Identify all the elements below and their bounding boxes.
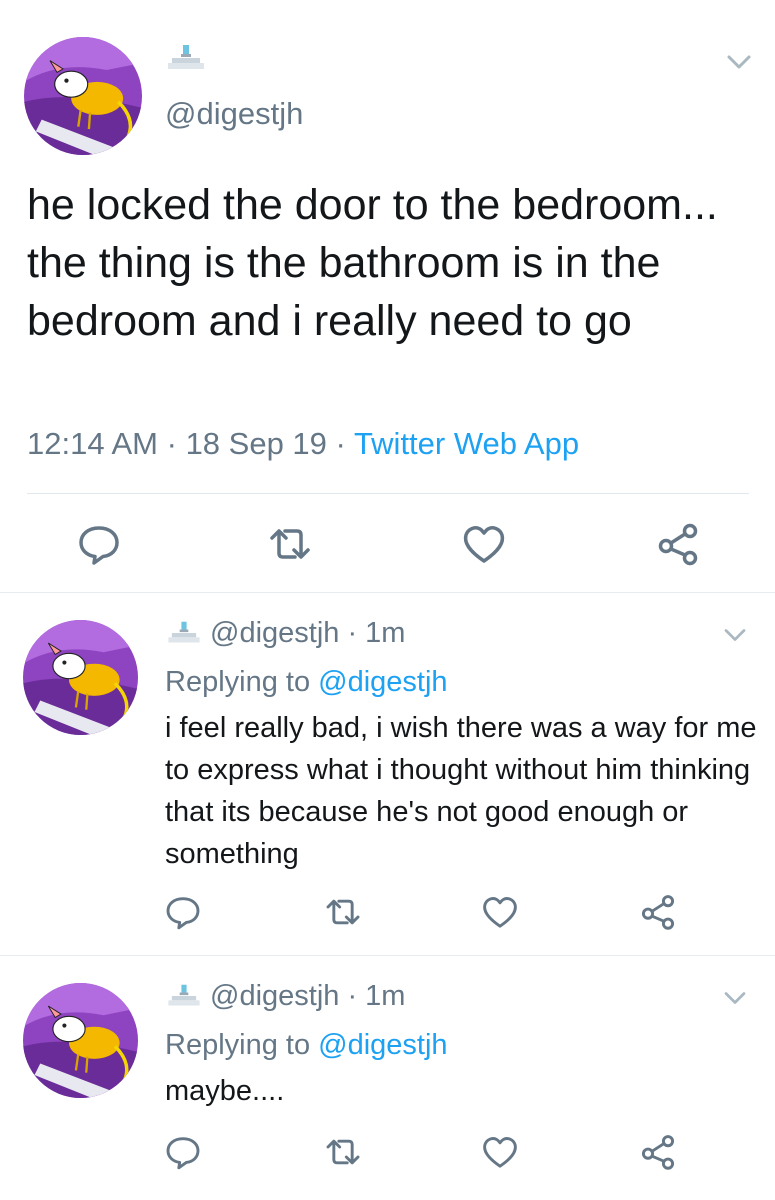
heart-icon (483, 897, 517, 928)
retweet-button[interactable] (323, 892, 363, 932)
chevron-down-icon[interactable] (725, 52, 753, 72)
tweet-time[interactable]: 12:14 AM (27, 426, 158, 461)
reply-author-line[interactable]: @digestjh · 1m (210, 980, 405, 1013)
tweet-source-link[interactable]: Twitter Web App (354, 426, 579, 461)
author-handle[interactable]: @digestjh (165, 96, 303, 132)
share-icon (658, 523, 698, 566)
retweet-button[interactable] (266, 520, 314, 568)
replying-to-mention[interactable]: @digestjh (318, 666, 447, 698)
share-icon (641, 1135, 675, 1170)
reply-button[interactable] (75, 520, 123, 568)
fountain-icon (166, 43, 206, 73)
like-button[interactable] (480, 892, 520, 932)
like-button[interactable] (480, 1132, 520, 1172)
avatar[interactable] (23, 620, 138, 735)
retweet-button[interactable] (323, 1132, 363, 1172)
reply-icon (166, 897, 200, 930)
reply-button[interactable] (163, 1132, 203, 1172)
replying-to: Replying to @digestjh (165, 1029, 448, 1062)
share-button[interactable] (638, 892, 678, 932)
avatar[interactable] (24, 37, 142, 155)
divider (27, 493, 749, 494)
share-icon (641, 895, 675, 930)
meta-dot: · (335, 426, 346, 461)
reply-icon (79, 526, 119, 565)
heart-icon (463, 526, 505, 563)
reply-text: i feel really bad, i wish there was a wa… (165, 712, 757, 870)
reply-author-line[interactable]: @digestjh · 1m (210, 617, 405, 650)
reply-text: maybe.... (165, 1075, 285, 1107)
heart-icon (483, 1137, 517, 1168)
fountain-icon (166, 983, 202, 1009)
replying-to-label: Replying to (165, 1029, 311, 1061)
replying-to: Replying to @digestjh (165, 666, 448, 699)
chevron-down-icon[interactable] (722, 989, 748, 1007)
like-button[interactable] (460, 520, 508, 568)
meta-dot: · (166, 426, 177, 461)
avatar-image (24, 37, 142, 155)
avatar-image (23, 620, 138, 735)
avatar-image (23, 983, 138, 1098)
reply-icon (166, 1137, 200, 1170)
chevron-down-icon[interactable] (722, 626, 748, 644)
share-button[interactable] (638, 1132, 678, 1172)
tweet-text: he locked the door to the bedroom... the… (27, 181, 718, 345)
retweet-icon (326, 1139, 360, 1165)
tweet-meta: 12:14 AM · 18 Sep 19 · Twitter Web App (27, 426, 579, 462)
replying-to-mention[interactable]: @digestjh (318, 1029, 447, 1061)
share-button[interactable] (654, 520, 702, 568)
retweet-icon (270, 529, 310, 559)
tweet-separator (0, 955, 775, 956)
tweet-separator (0, 592, 775, 593)
retweet-icon (326, 899, 360, 925)
avatar[interactable] (23, 983, 138, 1098)
fountain-icon (166, 620, 202, 646)
replying-to-label: Replying to (165, 666, 311, 698)
reply-button[interactable] (163, 892, 203, 932)
tweet-date[interactable]: 18 Sep 19 (186, 426, 327, 461)
